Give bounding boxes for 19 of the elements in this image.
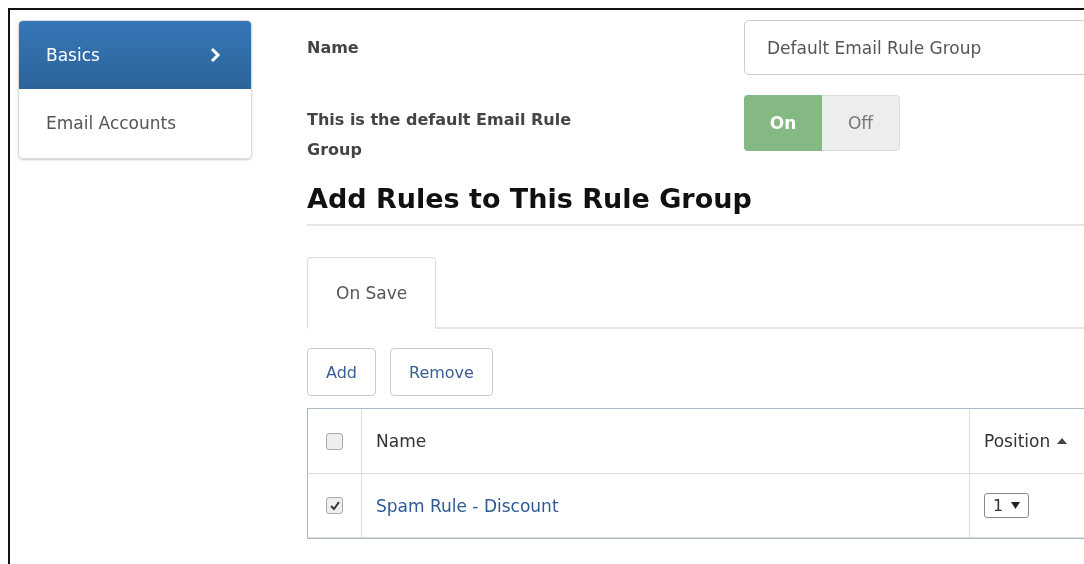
caret-down-icon — [1011, 502, 1021, 509]
tab[interactable]: On Save — [307, 257, 437, 329]
field-label: Name — [307, 38, 360, 57]
name-input-field[interactable]: Default Email Rule Group — [744, 20, 1084, 75]
column-header[interactable]: Name — [376, 431, 427, 451]
sidebar-item[interactable]: Email Accounts — [19, 89, 251, 157]
rule-name-link[interactable]: Spam Rule - Discount — [376, 495, 559, 516]
sort-up-icon — [1057, 437, 1068, 445]
select-all-checkbox[interactable] — [326, 432, 343, 450]
position-dropdown[interactable]: 1 — [984, 493, 1030, 518]
off-toggle-button[interactable]: Off — [822, 95, 900, 151]
remove-button[interactable]: Remove — [390, 348, 493, 396]
section-heading: Add Rules to This Rule Group — [307, 183, 1084, 226]
chevron-right-icon — [209, 47, 221, 63]
field-label: This is the default Email Rule Group — [307, 109, 573, 161]
column-header[interactable]: Position — [984, 431, 1051, 451]
add-button[interactable]: Add — [307, 348, 376, 396]
sidebar-item[interactable]: Basics — [19, 21, 251, 89]
row-checkbox[interactable] — [326, 497, 343, 514]
